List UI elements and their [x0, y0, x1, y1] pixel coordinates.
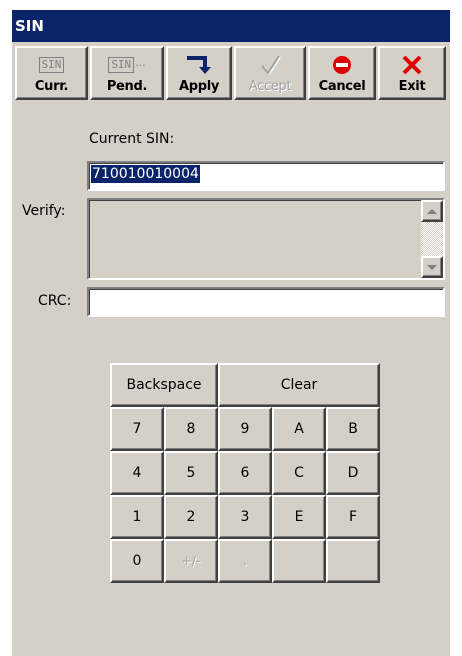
cancel-label: Cancel	[318, 79, 366, 94]
apply-button[interactable]: Apply	[166, 46, 232, 100]
key-9[interactable]: 9	[218, 407, 272, 451]
verify-textarea[interactable]	[87, 198, 445, 280]
sin-current-icon: SIN	[17, 52, 86, 78]
chevron-down-icon	[427, 264, 437, 270]
key-b[interactable]: B	[326, 407, 380, 451]
crc-label: CRC:	[38, 293, 72, 309]
key-6[interactable]: 6	[218, 451, 272, 495]
key-e[interactable]: E	[272, 495, 326, 539]
curr-label: Curr.	[34, 79, 69, 94]
pend-label: Pend.	[106, 79, 148, 94]
key-f[interactable]: F	[326, 495, 380, 539]
exit-label: Exit	[398, 79, 426, 94]
key-2[interactable]: 2	[164, 495, 218, 539]
current-sin-value: 710010010004	[91, 165, 200, 183]
apply-arrow-icon	[168, 52, 230, 78]
sin-pending-icon: SIN ···	[92, 52, 162, 78]
key-7[interactable]: 7	[110, 407, 164, 451]
chevron-up-icon	[427, 208, 437, 214]
key-blank-1[interactable]	[272, 539, 326, 583]
pend-button[interactable]: SIN ··· Pend.	[90, 46, 164, 100]
key-3[interactable]: 3	[218, 495, 272, 539]
key-sign-toggle[interactable]: +/-	[164, 539, 218, 583]
crc-input[interactable]	[87, 287, 445, 317]
key-1[interactable]: 1	[110, 495, 164, 539]
key-5[interactable]: 5	[164, 451, 218, 495]
exit-button[interactable]: Exit	[378, 46, 446, 100]
accept-label: Accept	[248, 79, 292, 94]
check-icon	[236, 52, 304, 78]
scroll-down-button[interactable]	[421, 256, 443, 278]
scroll-up-button[interactable]	[421, 200, 443, 222]
key-8[interactable]: 8	[164, 407, 218, 451]
clear-button[interactable]: Clear	[218, 363, 380, 407]
window-title: SIN	[15, 17, 44, 35]
key-4[interactable]: 4	[110, 451, 164, 495]
cancel-icon	[310, 52, 374, 78]
backspace-button[interactable]: Backspace	[110, 363, 218, 407]
verify-label: Verify:	[22, 203, 66, 219]
title-bar: SIN	[12, 10, 450, 42]
current-sin-label: Current SIN:	[89, 131, 175, 147]
close-icon	[380, 52, 444, 78]
current-sin-input[interactable]: 710010010004	[87, 161, 445, 191]
accept-button[interactable]: Accept	[234, 46, 306, 100]
key-a[interactable]: A	[272, 407, 326, 451]
sin-window: SIN SIN Curr. SIN ··· Pend. Apply Accept…	[12, 10, 450, 656]
key-c[interactable]: C	[272, 451, 326, 495]
curr-button[interactable]: SIN Curr.	[15, 46, 88, 100]
verify-scrollbar[interactable]	[421, 200, 443, 278]
key-decimal[interactable]: .	[218, 539, 272, 583]
cancel-button[interactable]: Cancel	[308, 46, 376, 100]
key-0[interactable]: 0	[110, 539, 164, 583]
key-blank-2[interactable]	[326, 539, 380, 583]
key-d[interactable]: D	[326, 451, 380, 495]
apply-label: Apply	[178, 79, 220, 94]
